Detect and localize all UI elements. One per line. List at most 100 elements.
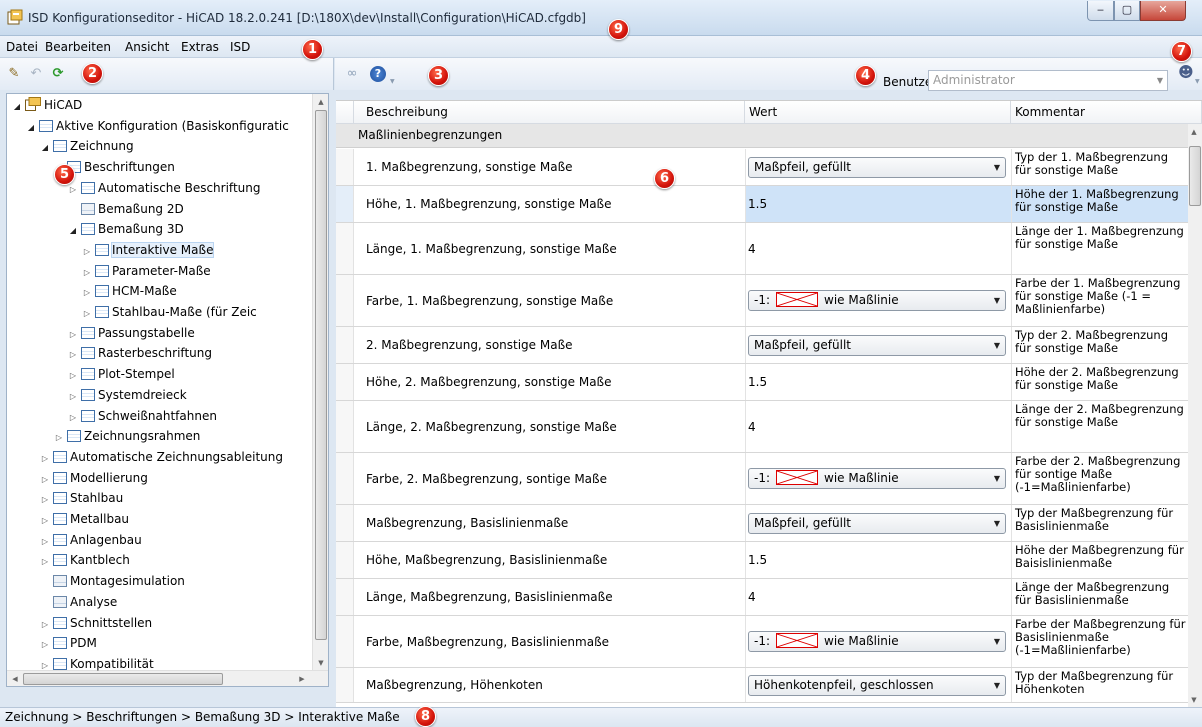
color-dropdown[interactable]: -1: wie Maßlinie ▼ [748, 468, 1006, 489]
table-row[interactable]: Farbe, 2. Maßbegrenzung, sontige Maße -1:… [336, 453, 1188, 505]
minimize-button[interactable]: ‒ [1087, 1, 1114, 21]
tree-node-passungstabelle[interactable]: ▷ Passungstabelle [67, 323, 195, 343]
expand-arrow-icon[interactable]: ▷ [67, 387, 79, 407]
row-header[interactable] [336, 364, 354, 400]
menu-ansicht[interactable]: Ansicht [125, 40, 169, 54]
tree-node-kantblech[interactable]: ▷ Kantblech [39, 550, 130, 570]
grid-scroll-thumb[interactable] [1189, 146, 1201, 206]
config-tree[interactable]: ▲ ▼ ◀ ▶ ◢ HiCAD ◢ Aktive Konfiguration (Bas… [6, 93, 329, 687]
cell-wert[interactable]: 1.5 [745, 364, 1011, 400]
tree-scroll-thumb[interactable] [315, 110, 327, 640]
tree-node-analyse[interactable]: Analyse [39, 592, 117, 612]
pencil-icon[interactable]: ✎ [6, 66, 22, 82]
expand-arrow-icon[interactable]: ▷ [67, 408, 79, 428]
value-dropdown[interactable]: Maßpfeil, gefüllt ▼ [748, 512, 1006, 534]
cell-wert[interactable]: 4 [745, 223, 1011, 274]
table-row[interactable]: Höhe, Maßbegrenzung, Basislinienmaße 1.5 H… [336, 542, 1188, 579]
tree-node-kompatibilität[interactable]: ▷ Kompatibilität [39, 654, 154, 674]
cell-wert[interactable]: 1.5 [745, 542, 1011, 578]
cell-wert[interactable]: 1.5 [745, 186, 1011, 222]
collapse-arrow-icon[interactable]: ◢ [67, 221, 79, 241]
tree-node-automatische-zeichnungsableitung[interactable]: ▷ Automatische Zeichnungsableitung [39, 447, 283, 467]
row-header[interactable] [336, 453, 354, 504]
tree-node-stahlbau[interactable]: ▷ Stahlbau [39, 488, 123, 508]
tree-vertical-scrollbar[interactable]: ▲ ▼ [312, 94, 328, 671]
header-wert[interactable]: Wert [745, 101, 1011, 124]
color-dropdown[interactable]: -1: wie Maßlinie ▼ [748, 631, 1006, 652]
row-header[interactable] [336, 223, 354, 274]
tree-node-hicad[interactable]: ◢ HiCAD [11, 95, 82, 115]
table-row[interactable]: Maßbegrenzung, Höhenkoten Höhenkotenpfeil… [336, 668, 1188, 703]
value-dropdown[interactable]: Maßpfeil, gefüllt ▼ [748, 156, 1006, 178]
toolbar-overflow-icon-2[interactable]: ▼ [1195, 78, 1200, 85]
row-header[interactable] [336, 668, 354, 702]
expand-arrow-icon[interactable]: ▷ [39, 449, 51, 469]
tree-node-automatische-beschriftung[interactable]: ▷ Automatische Beschriftung [67, 178, 261, 198]
group-header[interactable]: Maßlinienbegrenzungen [336, 124, 1188, 148]
scroll-down-icon[interactable]: ▼ [313, 655, 328, 671]
row-header[interactable] [336, 505, 354, 541]
tree-node-stahlbau-maße-für-zeic[interactable]: ▷ Stahlbau-Maße (für Zeic [81, 302, 257, 322]
tree-node-plot-stempel[interactable]: ▷ Plot-Stempel [67, 364, 175, 384]
refresh-icon[interactable]: ⟳ [50, 66, 66, 82]
expand-arrow-icon[interactable]: ▷ [39, 511, 51, 531]
grid-scroll-up-icon[interactable]: ▲ [1187, 124, 1201, 140]
expand-arrow-icon[interactable]: ▷ [81, 283, 93, 303]
row-header[interactable] [336, 327, 354, 363]
users-icon[interactable]: ☻ [1177, 64, 1195, 82]
tree-node-hcm-maße[interactable]: ▷ HCM-Maße [81, 281, 177, 301]
table-row[interactable]: 2. Maßbegrenzung, sonstige Maße Maßpfeil,… [336, 327, 1188, 364]
cell-wert[interactable]: 4 [745, 579, 1011, 615]
undo-icon[interactable]: ↶ [28, 66, 44, 82]
tree-node-zeichnungsrahmen[interactable]: ▷ Zeichnungsrahmen [53, 426, 200, 446]
menu-bearbeiten[interactable]: Bearbeiten [45, 40, 111, 54]
tree-node-zeichnung[interactable]: ◢ Zeichnung [39, 136, 134, 156]
expand-arrow-icon[interactable]: ▷ [81, 242, 93, 262]
table-row[interactable]: Farbe, 1. Maßbegrenzung, sonstige Maße -1… [336, 275, 1188, 327]
expand-arrow-icon[interactable]: ▷ [39, 615, 51, 635]
row-header[interactable] [336, 616, 354, 667]
close-button[interactable]: ✕ [1140, 1, 1186, 21]
tree-node-metallbau[interactable]: ▷ Metallbau [39, 509, 129, 529]
menu-datei[interactable]: Datei [6, 40, 38, 54]
row-header[interactable] [336, 186, 354, 222]
collapse-arrow-icon[interactable]: ◢ [11, 97, 23, 117]
tree-node-montagesimulation[interactable]: Montagesimulation [39, 571, 185, 591]
binoculars-icon[interactable]: ∞ [344, 66, 360, 82]
tree-node-parameter-maße[interactable]: ▷ Parameter-Maße [81, 261, 211, 281]
tree-hscroll-thumb[interactable] [23, 673, 223, 685]
expand-arrow-icon[interactable]: ▷ [39, 656, 51, 676]
table-row[interactable]: Farbe, Maßbegrenzung, Basislinienmaße -1:… [336, 616, 1188, 668]
tree-node-aktive-konfiguration-basiskonfiguratic[interactable]: ◢ Aktive Konfiguration (Basiskonfiguratic [25, 116, 289, 136]
table-row[interactable]: Länge, 1. Maßbegrenzung, sonstige Maße 4 L… [336, 223, 1188, 275]
user-select[interactable]: Administrator ▼ [928, 70, 1168, 91]
row-header[interactable] [336, 579, 354, 615]
table-row[interactable]: 1. Maßbegrenzung, sonstige Maße Maßpfeil,… [336, 149, 1188, 186]
scroll-left-icon[interactable]: ◀ [7, 671, 23, 686]
row-header[interactable] [336, 542, 354, 578]
table-row[interactable]: Höhe, 2. Maßbegrenzung, sonstige Maße 1.5… [336, 364, 1188, 401]
table-row[interactable]: Maßbegrenzung, Basislinienmaße Maßpfeil, … [336, 505, 1188, 542]
expand-arrow-icon[interactable]: ▷ [67, 345, 79, 365]
collapse-arrow-icon[interactable]: ◢ [25, 118, 37, 138]
grid-scrollbar[interactable]: ▲ ▼ [1188, 124, 1202, 707]
tree-node-systemdreieck[interactable]: ▷ Systemdreieck [67, 385, 187, 405]
tree-node-bemaßung-2d[interactable]: Bemaßung 2D [67, 199, 184, 219]
row-header[interactable] [336, 149, 354, 185]
expand-arrow-icon[interactable]: ▷ [39, 552, 51, 572]
tree-node-schnittstellen[interactable]: ▷ Schnittstellen [39, 613, 152, 633]
expand-arrow-icon[interactable]: ▷ [39, 490, 51, 510]
maximize-button[interactable]: ▢ [1114, 1, 1140, 21]
tree-node-interaktive-maße[interactable]: ▷ Interaktive Maße [81, 240, 215, 262]
table-row[interactable]: Länge, Maßbegrenzung, Basislinienmaße 4 Lä… [336, 579, 1188, 616]
table-row[interactable]: Länge, 2. Maßbegrenzung, sonstige Maße 4 L… [336, 401, 1188, 453]
tree-node-rasterbeschriftung[interactable]: ▷ Rasterbeschriftung [67, 343, 212, 363]
header-beschreibung[interactable]: Beschreibung [354, 101, 745, 124]
row-header[interactable] [336, 275, 354, 326]
color-dropdown[interactable]: -1: wie Maßlinie ▼ [748, 290, 1006, 311]
toolbar-overflow-icon[interactable]: ▼ [390, 78, 395, 85]
tree-node-schweißnahtfahnen[interactable]: ▷ Schweißnahtfahnen [67, 406, 217, 426]
expand-arrow-icon[interactable]: ▷ [81, 304, 93, 324]
collapse-arrow-icon[interactable]: ◢ [39, 138, 51, 158]
header-kommentar[interactable]: Kommentar [1011, 101, 1202, 124]
